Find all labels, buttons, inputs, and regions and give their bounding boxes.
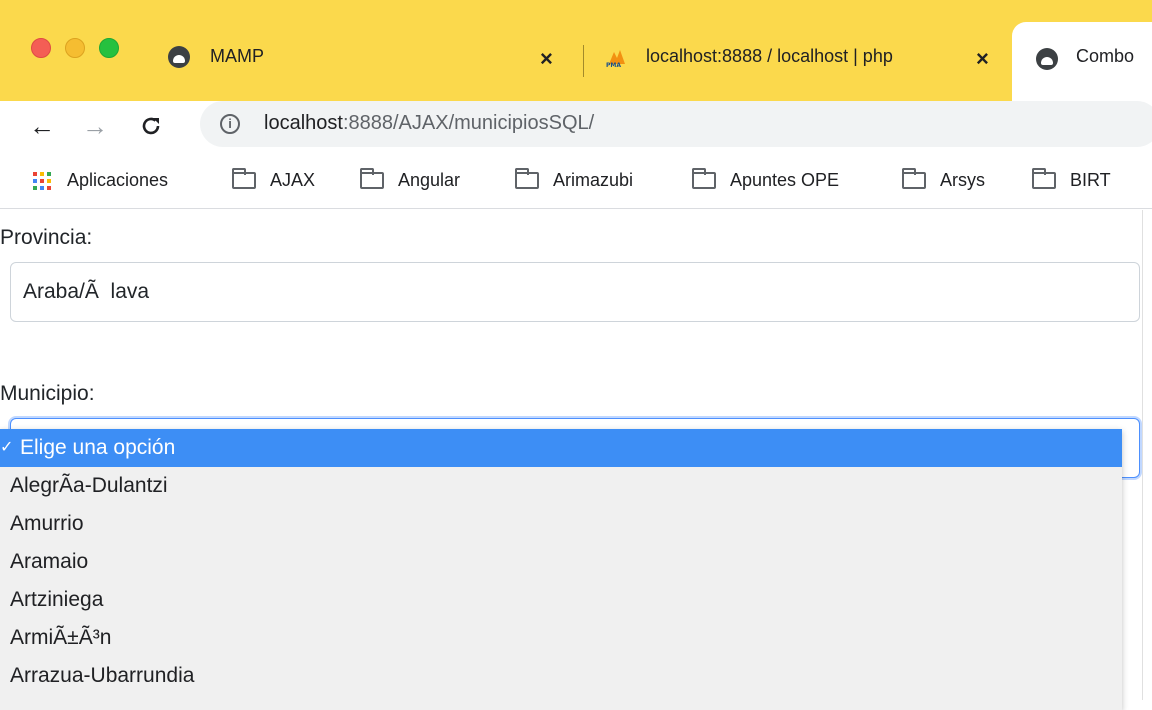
address-bar[interactable]: i localhost:8888/AJAX/municipiosSQL/ <box>200 101 1152 147</box>
bookmark-label: Apuntes OPE <box>730 170 840 190</box>
url-host: localhost <box>264 112 343 134</box>
url-path: :8888/AJAX/municipiosSQL/ <box>342 112 595 134</box>
bookmark-folder-arimazubi[interactable]: Arimazubi <box>515 168 634 191</box>
close-icon[interactable]: × <box>540 46 553 72</box>
bookmark-folder-ajax[interactable]: AJAX <box>232 168 316 191</box>
municipio-dropdown-list[interactable]: ✓ Elige una opción AlegrÃa-Dulantzi Amurr… <box>0 429 1122 710</box>
forward-arrow-icon[interactable]: → <box>78 109 112 143</box>
folder-icon <box>360 168 384 189</box>
tab-mamp[interactable]: MAMP × <box>150 22 590 101</box>
folder-icon <box>232 168 256 189</box>
bookmark-label: BIRT <box>1070 170 1111 190</box>
folder-icon <box>1032 168 1056 189</box>
phpmyadmin-icon: PMA <box>603 48 629 73</box>
zoom-window-button[interactable] <box>99 38 119 58</box>
dropdown-option[interactable]: Amurrio <box>0 505 1122 543</box>
mamp-icon <box>1036 48 1058 70</box>
dropdown-option[interactable]: ✓ Elige una opción <box>0 429 1122 467</box>
bookmark-label: Arimazubi <box>553 170 634 190</box>
mamp-icon <box>168 46 190 68</box>
close-window-button[interactable] <box>31 38 51 58</box>
dropdown-option[interactable]: Aramaio <box>0 543 1122 581</box>
page-content: Provincia: Araba/Ã lava Municipio: Elige… <box>0 210 1152 710</box>
tab-phpmyadmin[interactable]: PMA localhost:8888 / localhost | php × <box>590 22 1010 101</box>
bookmark-folder-birt[interactable]: BIRT <box>1032 168 1111 191</box>
bookmark-label: Arsys <box>940 170 985 190</box>
bookmark-apps[interactable]: Aplicaciones <box>33 170 168 191</box>
dropdown-option[interactable]: AlegrÃa-Dulantzi <box>0 467 1122 505</box>
bookmark-folder-arsys[interactable]: Arsys <box>902 168 985 191</box>
info-icon[interactable]: i <box>220 114 240 134</box>
provincia-select[interactable]: Araba/Ã lava <box>10 262 1140 322</box>
folder-icon <box>902 168 926 189</box>
municipio-label: Municipio: <box>0 382 95 405</box>
dropdown-option[interactable]: Artziniega <box>0 581 1122 619</box>
browser-toolbar: ← → i localhost:8888/AJAX/municipiosSQL/ <box>0 101 1152 151</box>
bookmark-folder-apuntes-ope[interactable]: Apuntes OPE <box>692 168 840 191</box>
folder-icon <box>692 168 716 189</box>
tab-separator <box>583 45 584 77</box>
dropdown-option[interactable]: ArmiÃ±Ã³n <box>0 619 1122 657</box>
dropdown-option[interactable]: Arrazua-Ubarrundia <box>0 657 1122 695</box>
tab-strip: MAMP × PMA localhost:8888 / localhost | … <box>0 0 1152 101</box>
apps-grid-icon <box>33 171 51 190</box>
bookmark-label: Aplicaciones <box>67 170 169 190</box>
close-icon[interactable]: × <box>976 46 989 72</box>
tab-title: Combo <box>1076 46 1135 66</box>
reload-icon[interactable] <box>134 109 168 143</box>
checkmark-icon: ✓ <box>0 439 14 456</box>
bookmark-label: Angular <box>398 170 461 190</box>
tab-title: MAMP <box>210 46 264 66</box>
provincia-label: Provincia: <box>0 226 93 249</box>
back-arrow-icon[interactable]: ← <box>25 109 59 143</box>
bookmarks-bar: Aplicaciones AJAX Angular Arimazubi Apun… <box>0 151 1152 209</box>
svg-text:PMA: PMA <box>606 62 621 68</box>
bookmark-folder-angular[interactable]: Angular <box>360 168 461 191</box>
tab-combo[interactable]: Combo <box>1012 22 1152 101</box>
folder-icon <box>515 168 539 189</box>
tab-title: localhost:8888 / localhost | php <box>646 46 893 66</box>
bookmark-label: AJAX <box>270 170 316 190</box>
minimize-window-button[interactable] <box>65 38 85 58</box>
url-text[interactable]: localhost:8888/AJAX/municipiosSQL/ <box>264 112 594 135</box>
page-scrollbar[interactable] <box>1142 210 1152 700</box>
